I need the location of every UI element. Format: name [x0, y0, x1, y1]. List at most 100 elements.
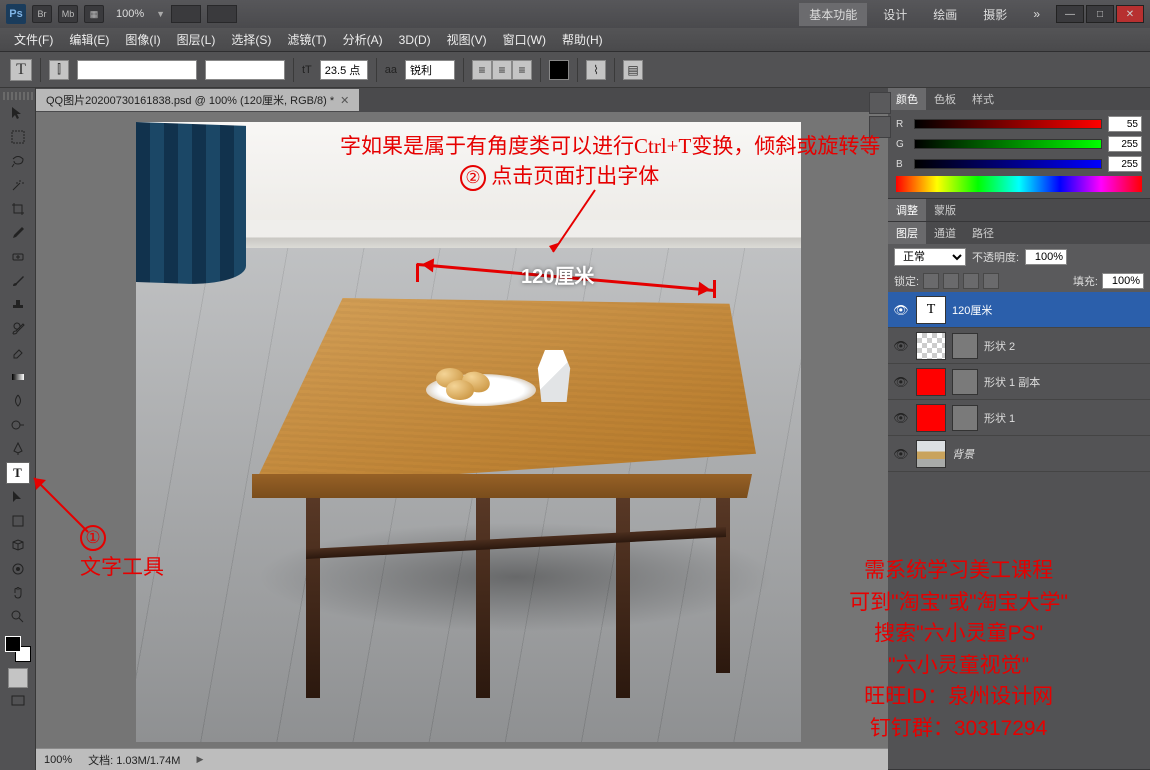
menu-3d[interactable]: 3D(D)	[393, 31, 437, 49]
history-brush-tool[interactable]	[6, 318, 30, 340]
menu-select[interactable]: 选择(S)	[225, 29, 277, 50]
layer-name[interactable]: 背景	[952, 446, 974, 462]
window-minimize-button[interactable]: —	[1056, 5, 1084, 23]
wand-tool[interactable]	[6, 174, 30, 196]
workspace-essentials-tab[interactable]: 基本功能	[799, 3, 867, 26]
layer-row[interactable]: 👁 背景	[888, 436, 1150, 472]
layer-row[interactable]: 👁 T 120厘米	[888, 292, 1150, 328]
lock-pixels-button[interactable]	[943, 273, 959, 289]
visibility-toggle[interactable]: 👁	[892, 409, 910, 427]
screen-mode-button[interactable]	[207, 5, 237, 23]
gradient-tool[interactable]	[6, 366, 30, 388]
move-tool[interactable]	[6, 102, 30, 124]
swatches-tab[interactable]: 色板	[926, 88, 964, 110]
align-left-button[interactable]: ≡	[472, 60, 492, 80]
green-slider[interactable]	[914, 139, 1102, 149]
styles-tab[interactable]: 样式	[964, 88, 1002, 110]
menu-window[interactable]: 窗口(W)	[497, 29, 552, 50]
zoom-tool[interactable]	[6, 606, 30, 628]
color-spectrum[interactable]	[896, 176, 1142, 192]
heal-tool[interactable]	[6, 246, 30, 268]
pen-tool[interactable]	[6, 438, 30, 460]
status-zoom[interactable]: 100%	[44, 754, 72, 766]
dodge-tool[interactable]	[6, 414, 30, 436]
menu-help[interactable]: 帮助(H)	[556, 29, 609, 50]
3d-tool[interactable]	[6, 534, 30, 556]
stamp-tool[interactable]	[6, 294, 30, 316]
workspace-design-tab[interactable]: 设计	[873, 3, 917, 26]
align-right-button[interactable]: ≡	[512, 60, 532, 80]
character-panel-button[interactable]: ▤	[623, 60, 643, 80]
foreground-background-swatch[interactable]	[5, 636, 31, 662]
arrange-docs-button[interactable]	[171, 5, 201, 23]
masks-tab[interactable]: 蒙版	[926, 199, 964, 221]
blend-mode-select[interactable]: 正常	[894, 248, 966, 266]
current-tool-indicator[interactable]: T	[10, 59, 32, 81]
close-tab-icon[interactable]: ✕	[340, 94, 349, 107]
menu-layer[interactable]: 图层(L)	[171, 29, 222, 50]
text-orientation-button[interactable]: ⫿	[49, 60, 69, 80]
toolbox-grip[interactable]	[3, 92, 33, 100]
collapsed-panel-icon[interactable]	[869, 92, 891, 114]
lock-transparency-button[interactable]	[923, 273, 939, 289]
blue-slider[interactable]	[914, 159, 1102, 169]
visibility-toggle[interactable]: 👁	[892, 301, 910, 319]
visibility-toggle[interactable]: 👁	[892, 373, 910, 391]
lock-all-button[interactable]	[983, 273, 999, 289]
adjustments-tab[interactable]: 调整	[888, 199, 926, 221]
layer-name[interactable]: 形状 1 副本	[984, 374, 1040, 390]
canvas[interactable]: 120厘米	[136, 122, 801, 742]
canvas-viewport[interactable]: 120厘米	[36, 112, 888, 748]
view-extras-button[interactable]: ▦	[84, 5, 104, 23]
minibridge-button[interactable]: Mb	[58, 5, 78, 23]
zoom-level-display[interactable]: 100%	[116, 8, 144, 20]
bridge-button[interactable]: Br	[32, 5, 52, 23]
menu-image[interactable]: 图像(I)	[119, 29, 166, 50]
font-style-select[interactable]	[205, 60, 285, 80]
fill-input[interactable]: 100%	[1102, 273, 1144, 289]
shape-tool[interactable]	[6, 510, 30, 532]
hand-tool[interactable]	[6, 582, 30, 604]
layer-row[interactable]: 👁 形状 2	[888, 328, 1150, 364]
layer-name[interactable]: 形状 1	[984, 410, 1015, 426]
menu-analysis[interactable]: 分析(A)	[337, 29, 389, 50]
visibility-toggle[interactable]: 👁	[892, 337, 910, 355]
status-docsize[interactable]: 文档: 1.03M/1.74M	[88, 752, 180, 768]
screenmode-button[interactable]	[6, 690, 30, 712]
font-size-input[interactable]: 23.5 点	[320, 60, 368, 80]
workspace-paint-tab[interactable]: 绘画	[923, 3, 967, 26]
font-family-select[interactable]	[77, 60, 197, 80]
camera-tool[interactable]	[6, 558, 30, 580]
layer-row[interactable]: 👁 形状 1	[888, 400, 1150, 436]
antialias-select[interactable]: 锐利	[405, 60, 455, 80]
vector-mask-thumb[interactable]	[952, 369, 978, 395]
eraser-tool[interactable]	[6, 342, 30, 364]
opacity-input[interactable]: 100%	[1025, 249, 1067, 265]
window-maximize-button[interactable]: □	[1086, 5, 1114, 23]
layer-name[interactable]: 120厘米	[952, 302, 992, 318]
paths-tab[interactable]: 路径	[964, 222, 1002, 244]
path-select-tool[interactable]	[6, 486, 30, 508]
blur-tool[interactable]	[6, 390, 30, 412]
vector-mask-thumb[interactable]	[952, 405, 978, 431]
eyedropper-tool[interactable]	[6, 222, 30, 244]
menu-edit[interactable]: 编辑(E)	[63, 29, 115, 50]
text-color-swatch[interactable]	[549, 60, 569, 80]
visibility-toggle[interactable]: 👁	[892, 445, 910, 463]
menu-file[interactable]: 文件(F)	[8, 29, 59, 50]
window-close-button[interactable]: ✕	[1116, 5, 1144, 23]
channels-tab[interactable]: 通道	[926, 222, 964, 244]
layer-row[interactable]: 👁 形状 1 副本	[888, 364, 1150, 400]
document-tab[interactable]: QQ图片20200730161838.psd @ 100% (120厘米, RG…	[36, 89, 359, 111]
menu-filter[interactable]: 滤镜(T)	[281, 29, 332, 50]
warp-text-button[interactable]: ⌇	[586, 60, 606, 80]
layer-name[interactable]: 形状 2	[984, 338, 1015, 354]
green-value[interactable]: 255	[1108, 136, 1142, 152]
collapsed-panel-icon[interactable]	[869, 116, 891, 138]
blue-value[interactable]: 255	[1108, 156, 1142, 172]
red-slider[interactable]	[914, 119, 1102, 129]
lock-position-button[interactable]	[963, 273, 979, 289]
layers-tab[interactable]: 图层	[888, 222, 926, 244]
crop-tool[interactable]	[6, 198, 30, 220]
workspace-more-button[interactable]: »	[1023, 4, 1050, 24]
